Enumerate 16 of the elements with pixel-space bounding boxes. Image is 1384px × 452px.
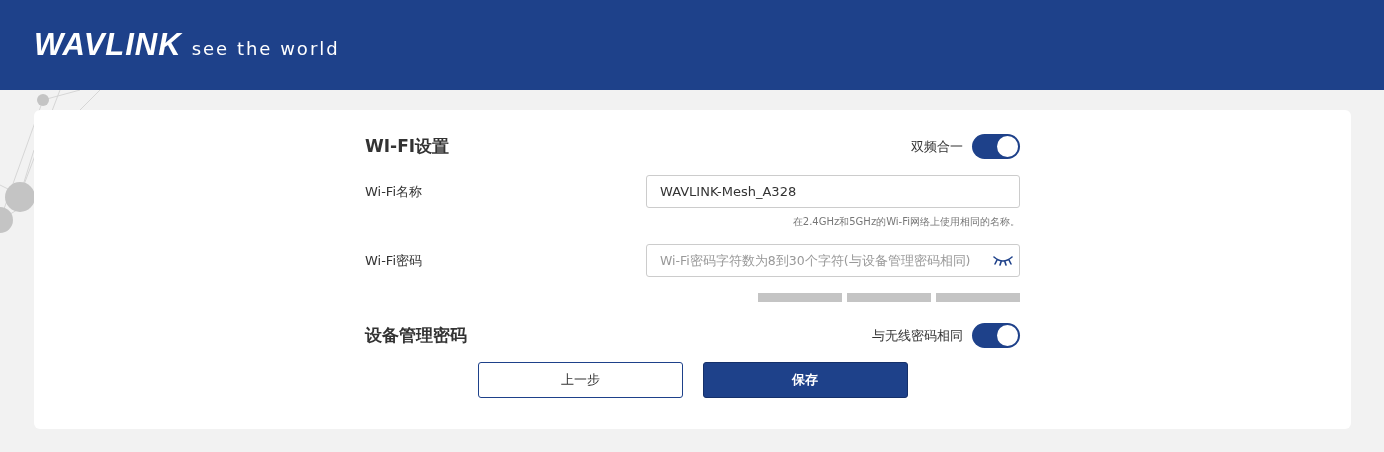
- field-label: Wi-Fi名称: [365, 182, 422, 201]
- section-title: 设备管理密码: [365, 324, 467, 347]
- field-label: Wi-Fi密码: [365, 251, 422, 270]
- logo: WAVLINK: [34, 27, 182, 63]
- input-field[interactable]: WAVLINK-Mesh_A328: [646, 175, 1020, 208]
- toggle-label: 双频合一: [911, 137, 963, 156]
- hint-text: 在2.4GHz和5GHz的Wi-Fi网络上使用相同的名称。: [792, 215, 1020, 229]
- slogan: see the world: [191, 37, 340, 59]
- save-button[interactable]: 保存: [702, 362, 908, 398]
- toggle-label: 与无线密码相同: [872, 326, 963, 345]
- toggle-switch[interactable]: [972, 323, 1020, 348]
- toggle-switch[interactable]: [972, 134, 1020, 159]
- password-field[interactable]: Wi-Fi密码字符数为8到30个字符(与设备管理密码相同): [646, 244, 1020, 277]
- section-title: WI-FI设置: [365, 135, 450, 158]
- back-button[interactable]: 上一步: [477, 362, 683, 398]
- closed-eye-icon[interactable]: [992, 254, 1014, 266]
